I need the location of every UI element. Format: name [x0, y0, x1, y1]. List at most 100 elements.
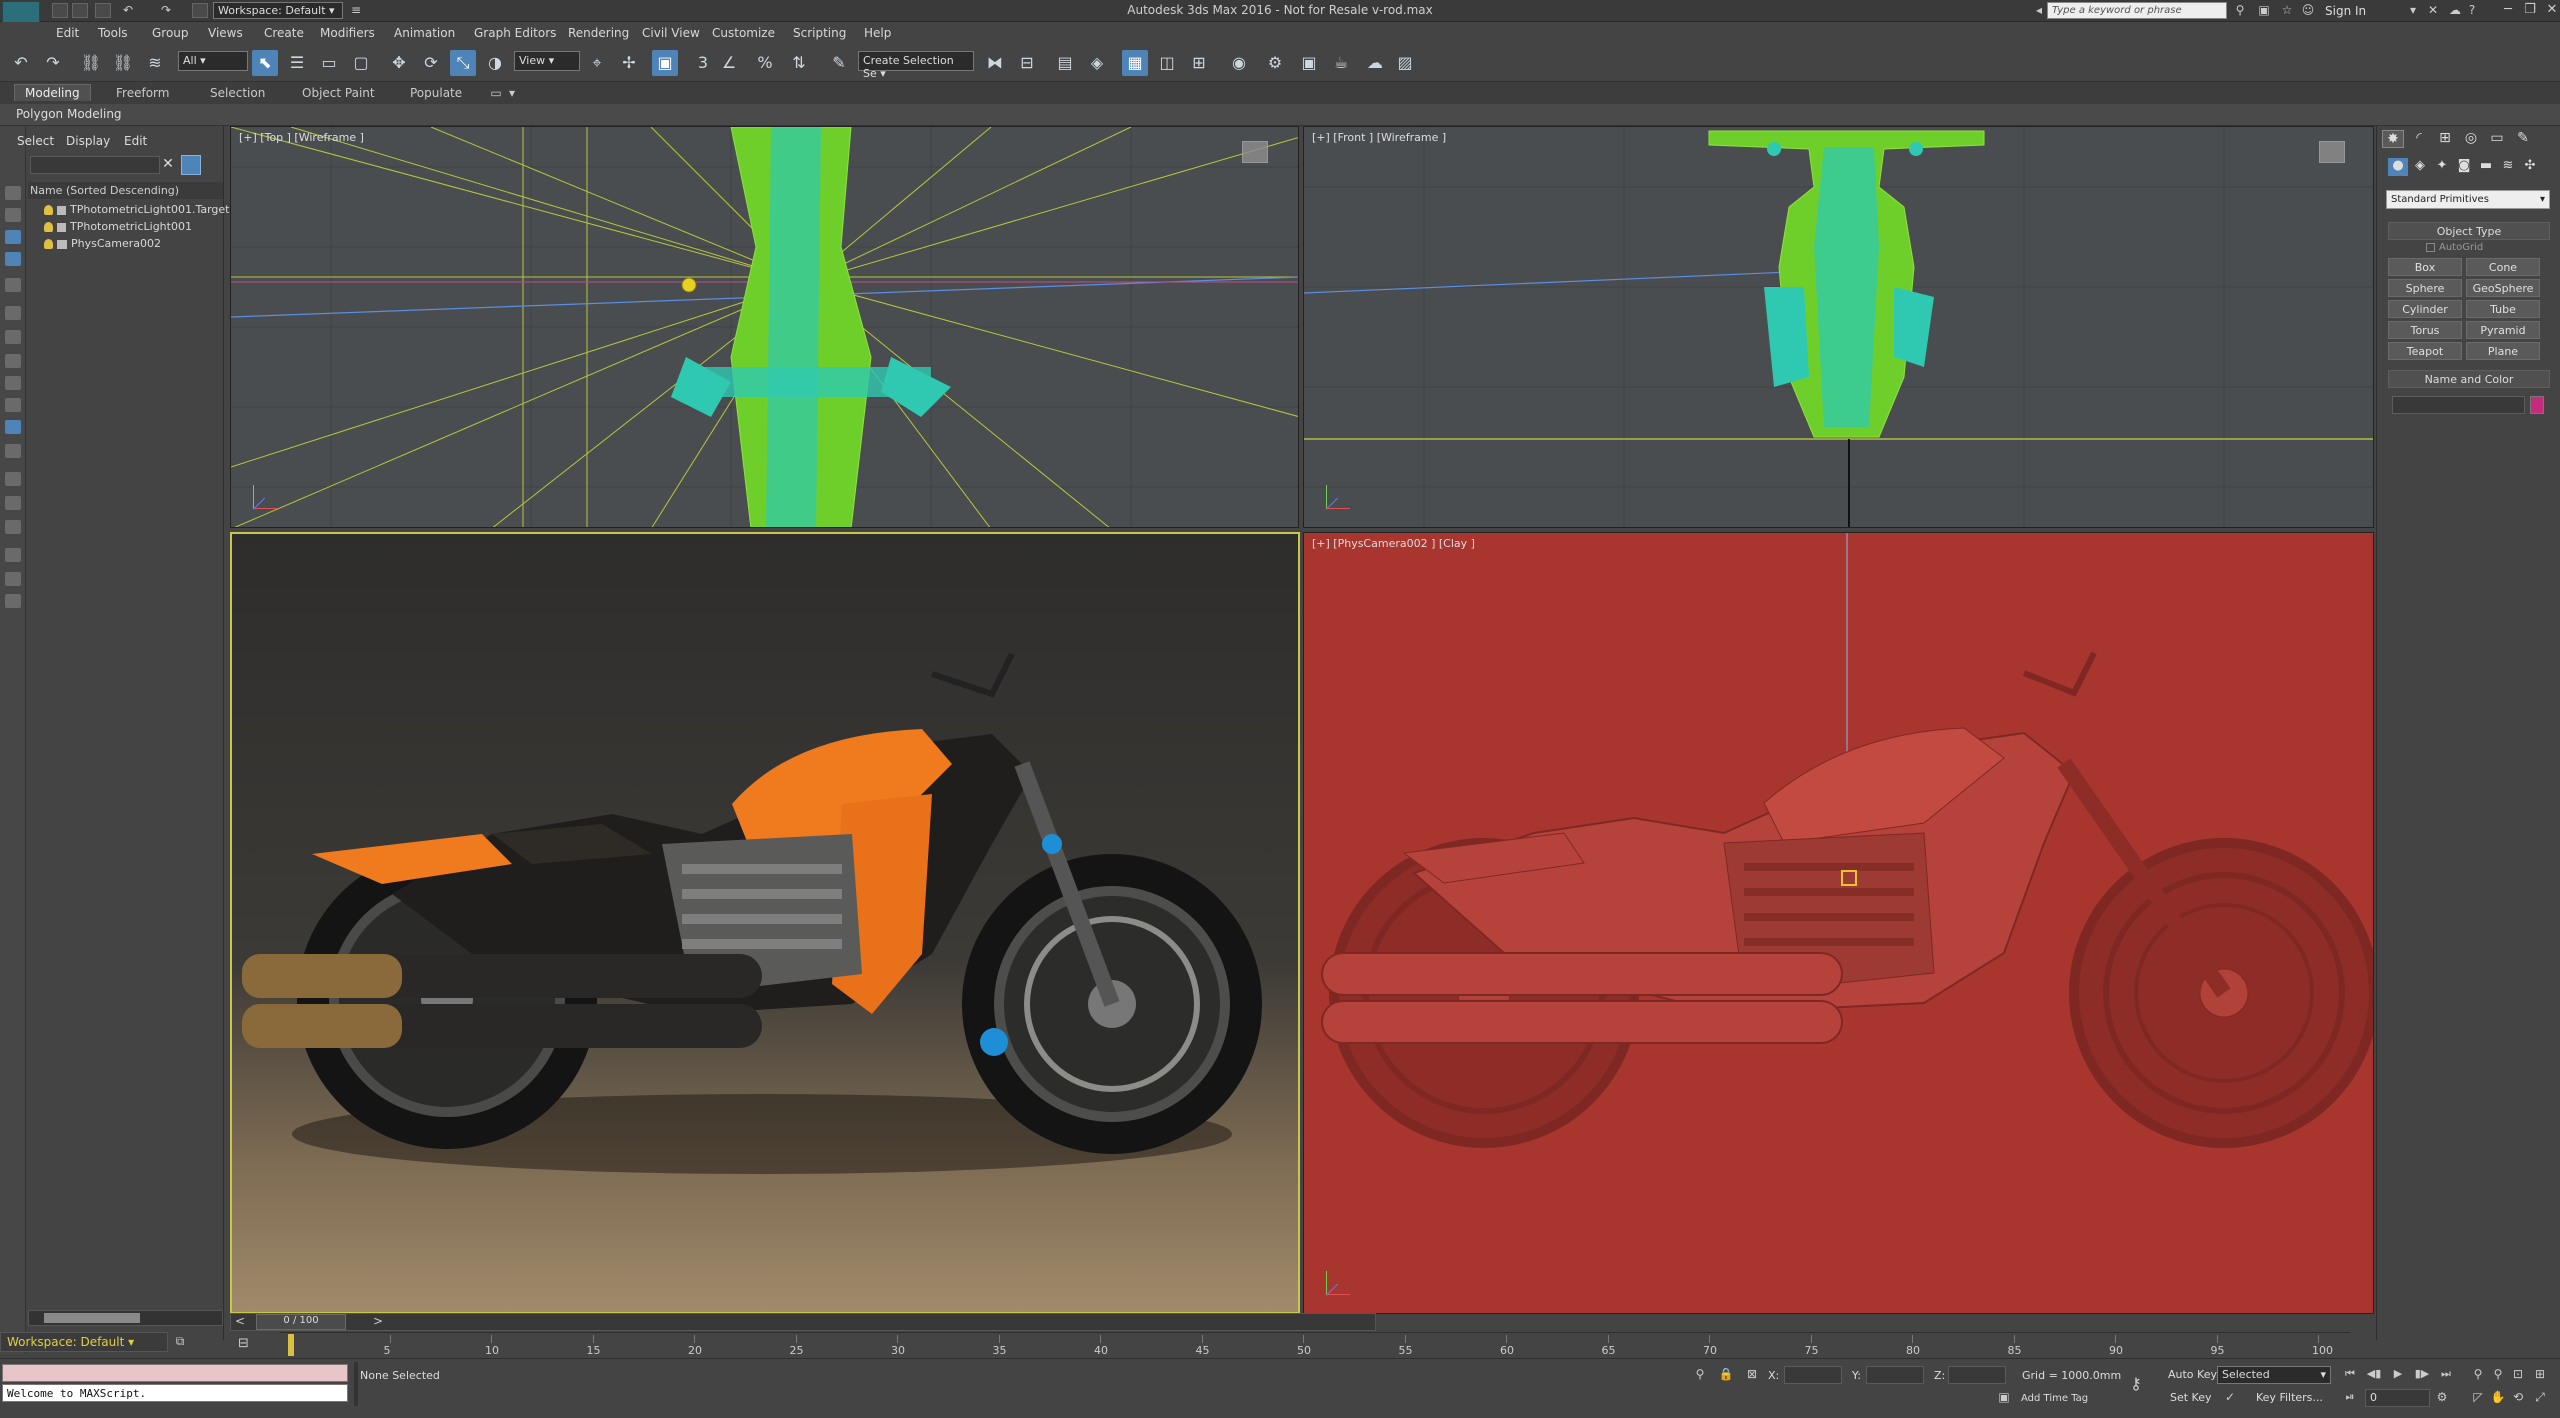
viewcube-icon[interactable] [1242, 141, 1268, 163]
search-input[interactable]: Type a keyword or phrase [2047, 2, 2227, 19]
render-in-cloud-icon[interactable]: ☁ [1362, 50, 1388, 76]
current-frame-field[interactable]: 0 [2365, 1389, 2430, 1407]
geometry-icon[interactable]: ● [2388, 158, 2408, 176]
search-expand-icon[interactable]: ◂ [2031, 3, 2047, 18]
unlink-selection-icon[interactable]: ⛓ [110, 50, 136, 76]
time-slider-thumb[interactable]: 0 / 100 [256, 1314, 346, 1330]
sign-in-link[interactable]: Sign In [2325, 4, 2366, 18]
explorer-scroll-thumb[interactable] [44, 1313, 140, 1323]
display-hidden-icon[interactable] [5, 472, 21, 486]
display-helpers-icon[interactable] [5, 306, 21, 320]
binoculars-icon[interactable]: ⚲ [2232, 3, 2248, 18]
mini-curve-editor-icon[interactable]: ⊟ [238, 1336, 262, 1352]
menu-civil-view[interactable]: Civil View [642, 26, 700, 40]
viewport-top-label[interactable]: [+] [Top ] [Wireframe ] [239, 131, 364, 144]
help-icon[interactable]: ? [2464, 3, 2480, 18]
display-containers-icon[interactable] [5, 420, 21, 434]
menu-edit[interactable]: Edit [56, 26, 79, 40]
selection-filter-dropdown[interactable]: All ▾ [178, 51, 248, 71]
viewport-render[interactable] [230, 532, 1300, 1314]
lights-icon[interactable]: ✦ [2432, 158, 2452, 176]
name-color-rollout[interactable]: Name and Color [2388, 370, 2550, 388]
hierarchy-tab-icon[interactable]: ⊞ [2434, 130, 2456, 148]
display-all-icon[interactable] [5, 496, 21, 510]
zoom-icon[interactable]: ⚲ [2470, 1367, 2486, 1383]
z-coord-field[interactable] [1948, 1366, 2006, 1384]
space-warps-icon[interactable]: ≋ [2498, 158, 2518, 176]
layer-explorer-icon[interactable]: ◈ [1084, 50, 1110, 76]
material-editor-icon[interactable]: ◉ [1226, 50, 1252, 76]
time-slider-next-icon[interactable]: > [370, 1314, 386, 1329]
mirror-icon[interactable]: ⧓ [982, 50, 1008, 76]
named-selection-dropdown[interactable]: Create Selection Se ▾ [858, 51, 974, 80]
sync-selection-icon[interactable] [5, 572, 21, 586]
display-shapes-icon[interactable] [5, 230, 21, 244]
display-groups-icon[interactable] [5, 354, 21, 368]
primitive-category-dropdown[interactable]: Standard Primitives ▾ [2386, 190, 2550, 209]
key-mode-dropdown[interactable]: Selected ▾ [2217, 1366, 2331, 1384]
ribbon-tab-freeform[interactable]: Freeform [116, 86, 169, 100]
maxscript-output[interactable] [2, 1364, 348, 1382]
explorer-row[interactable]: TPhotometricLight001.Target [44, 203, 230, 220]
layer-manager-icon[interactable]: ⧉ [172, 1334, 188, 1349]
close-icon[interactable]: ✕ [2538, 2, 2560, 19]
undo-small-icon[interactable]: ↶ [120, 3, 136, 18]
favorites-star-icon[interactable]: ☆ [2279, 3, 2295, 18]
zoom-all-icon[interactable]: ⚲ [2490, 1367, 2506, 1383]
select-and-rotate-icon[interactable]: ⟳ [418, 50, 444, 76]
menu-tools[interactable]: Tools [98, 26, 128, 40]
render-setup-icon[interactable]: ⚙ [1262, 50, 1288, 76]
cameras-icon[interactable]: ◙ [2454, 158, 2474, 176]
ribbon-tab-populate[interactable]: Populate [410, 86, 462, 100]
keyboard-shortcut-override-icon[interactable]: ▣ [652, 50, 678, 76]
ribbon-tab-object-paint[interactable]: Object Paint [302, 86, 375, 100]
absolute-mode-icon[interactable]: ⊠ [1744, 1367, 1760, 1383]
pivot-center-icon[interactable]: ⌖ [584, 50, 610, 76]
toggle-scene-explorer-icon[interactable]: ▤ [1052, 50, 1078, 76]
selection-lock-icon[interactable]: 🔒 [1718, 1367, 1734, 1383]
menu-modifiers[interactable]: Modifiers [320, 26, 375, 40]
select-and-move-icon[interactable]: ✥ [386, 50, 412, 76]
select-manipulate-icon[interactable]: ✢ [616, 50, 642, 76]
open-file-icon[interactable] [72, 3, 88, 18]
select-and-scale-icon[interactable]: ⤡ [450, 50, 476, 76]
menu-help[interactable]: Help [864, 26, 891, 40]
display-lights-icon[interactable] [5, 252, 21, 266]
display-bones-icon[interactable] [5, 398, 21, 412]
ribbon-minimize-icon[interactable]: ▭ [488, 86, 504, 101]
save-file-icon[interactable] [95, 3, 111, 18]
a360-gallery-icon[interactable]: ▨ [1392, 50, 1418, 76]
auto-key-button[interactable]: Auto Key [2168, 1368, 2217, 1381]
viewport-camera[interactable]: [+] [PhysCamera002 ] [Clay ] [1303, 532, 2374, 1314]
time-configuration-icon[interactable]: ⚙ [2434, 1390, 2450, 1406]
snaps-toggle-icon[interactable]: 3 [690, 50, 716, 76]
lock-cell-editing-icon[interactable] [5, 594, 21, 608]
time-slider-prev-icon[interactable]: < [232, 1314, 248, 1329]
ribbon-polygon-modeling[interactable]: Polygon Modeling [16, 107, 122, 121]
rendered-frame-window-icon[interactable]: ▣ [1296, 50, 1322, 76]
go-to-start-icon[interactable]: ⏮ [2340, 1367, 2360, 1383]
key-icon[interactable]: ⚷ [2128, 1374, 2144, 1393]
zoom-extents-icon[interactable]: ⊡ [2510, 1367, 2526, 1383]
play-icon[interactable]: ▶ [2388, 1367, 2408, 1383]
systems-icon[interactable]: ✣ [2520, 158, 2540, 176]
modify-tab-icon[interactable]: ◜ [2408, 130, 2430, 148]
explorer-tab-edit[interactable]: Edit [124, 134, 147, 148]
pan-view-icon[interactable]: ✋ [2490, 1390, 2506, 1406]
user-icon[interactable]: ☺ [2300, 3, 2316, 18]
display-none-toggle-icon[interactable] [5, 520, 21, 534]
plane-button[interactable]: Plane [2466, 342, 2540, 360]
key-mode-toggle-icon[interactable]: ⏯ [2340, 1390, 2360, 1406]
next-frame-icon[interactable]: ▮▶ [2412, 1367, 2432, 1383]
field-of-view-icon[interactable]: ◸ [2470, 1390, 2486, 1406]
go-to-end-icon[interactable]: ⏭ [2436, 1367, 2456, 1383]
ribbon-tab-modeling[interactable]: Modeling [14, 84, 91, 101]
menu-animation[interactable]: Animation [394, 26, 455, 40]
utilities-tab-icon[interactable]: ✎ [2512, 130, 2534, 148]
motion-tab-icon[interactable]: ◎ [2460, 130, 2482, 148]
dropdown-arrow-icon[interactable]: ▾ [2405, 3, 2421, 18]
edit-named-selection-icon[interactable]: ✎ [826, 50, 852, 76]
project-folder-icon[interactable] [192, 3, 208, 18]
explorer-tab-select[interactable]: Select [17, 134, 54, 148]
maxscript-listener[interactable]: Welcome to MAXScript. [2, 1384, 348, 1402]
